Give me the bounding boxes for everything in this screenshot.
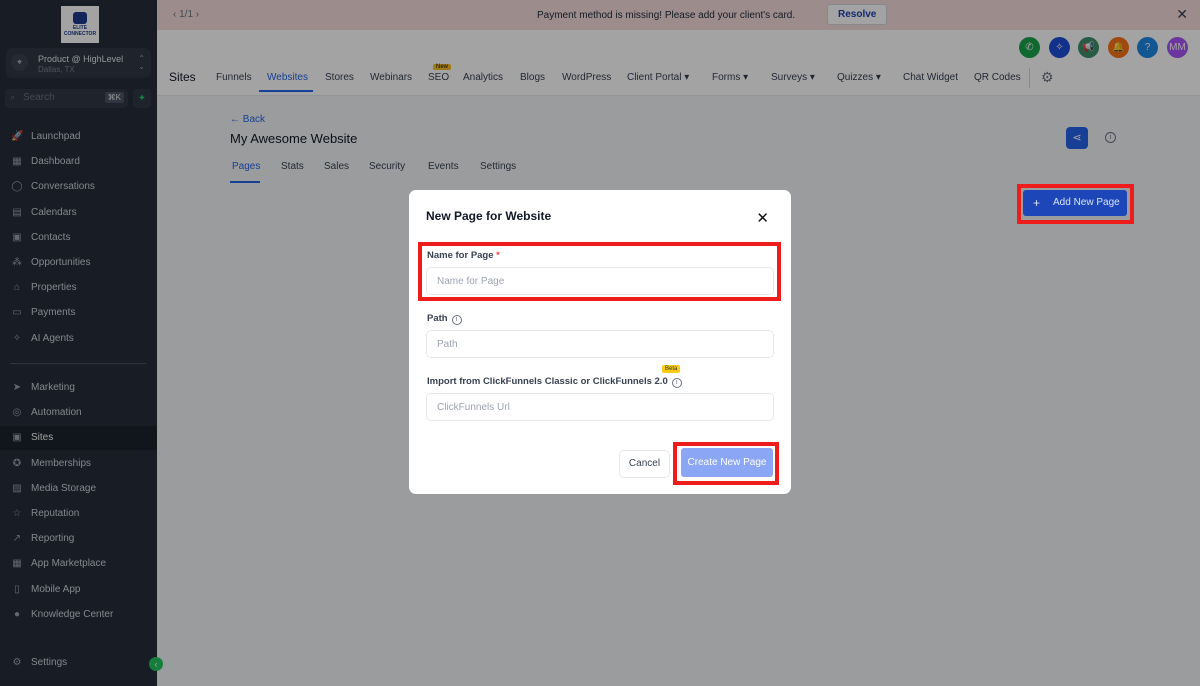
close-icon[interactable]: ✕: [756, 209, 769, 227]
import-label: Import from ClickFunnels Classic or Clic…: [427, 376, 668, 387]
clickfunnels-url-input[interactable]: ClickFunnels Url: [426, 393, 774, 421]
info-icon[interactable]: i: [671, 378, 682, 388]
path-input[interactable]: Path: [426, 330, 774, 358]
info-icon[interactable]: i: [451, 315, 462, 325]
placeholder: Path: [437, 339, 458, 350]
highlight-box: [673, 442, 779, 485]
plus-icon: +: [1033, 196, 1041, 210]
path-label: Path: [427, 313, 448, 324]
highlight-box: [418, 242, 781, 301]
button-label: Add New Page: [1053, 197, 1120, 208]
cancel-button[interactable]: Cancel: [619, 450, 670, 478]
modal-title: New Page for Website: [426, 209, 552, 223]
beta-badge: Beta: [662, 365, 681, 373]
add-new-page-button[interactable]: + Add New Page: [1023, 190, 1127, 216]
placeholder: ClickFunnels Url: [437, 402, 510, 413]
